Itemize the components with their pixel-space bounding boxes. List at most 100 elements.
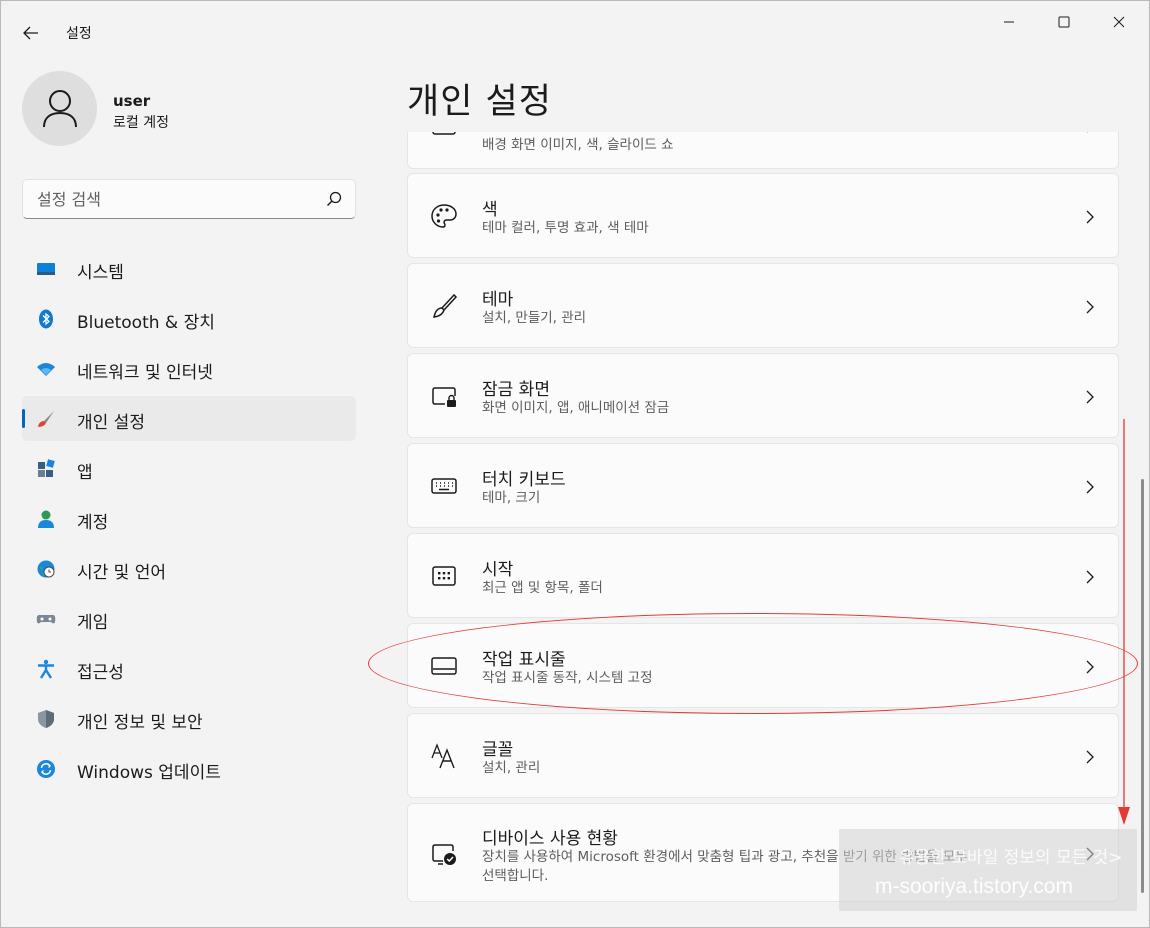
card-fonts[interactable]: 글꼴 설치, 관리 <box>407 713 1119 798</box>
bluetooth-icon <box>39 309 53 329</box>
device-usage-icon <box>432 844 456 865</box>
user-name: user <box>113 92 151 110</box>
person-icon <box>42 89 77 127</box>
gamepad-icon <box>36 615 56 624</box>
start-icon <box>432 566 456 586</box>
sidebar-item-accessibility[interactable]: 접근성 <box>22 646 356 691</box>
accessibility-icon <box>38 659 54 679</box>
chevron-right-icon <box>1086 480 1094 494</box>
card-title: 시작 <box>482 560 514 580</box>
sidebar-item-privacy[interactable]: 개인 정보 및 보안 <box>22 696 356 741</box>
chevron-right-icon <box>1086 660 1094 674</box>
sidebar-item-windows-update[interactable]: Windows 업데이트 <box>22 746 356 791</box>
card-title: 디바이스 사용 현황 <box>482 829 618 849</box>
card-subtitle: 테마, 크기 <box>482 490 541 506</box>
settings-list: 배경 화면 이미지, 색, 슬라이드 쇼 색 테마 컬러, 투명 효과, 색 테… <box>407 132 1119 928</box>
brush-icon <box>38 411 54 427</box>
search-icon[interactable] <box>326 191 342 207</box>
page-title: 개인 설정 <box>407 82 552 122</box>
card-title: 잠금 화면 <box>482 380 550 400</box>
card-title: 작업 표시줄 <box>482 650 566 670</box>
scrollbar-thumb[interactable] <box>1141 479 1144 893</box>
card-background[interactable]: 배경 화면 이미지, 색, 슬라이드 쇼 <box>407 132 1119 169</box>
card-subtitle: 화면 이미지, 앱, 애니메이션 잠금 <box>482 400 670 416</box>
card-subtitle: 배경 화면 이미지, 색, 슬라이드 쇼 <box>482 137 674 153</box>
card-subtitle-line2: 선택합니다. <box>482 868 549 884</box>
globe-clock-icon <box>37 560 55 578</box>
sidebar-item-apps[interactable]: 앱 <box>22 446 356 491</box>
card-title: 터치 키보드 <box>482 470 566 490</box>
sidebar-item-label: 네트워크 및 인터넷 <box>77 363 213 383</box>
sidebar-item-label: 시스템 <box>77 263 124 283</box>
shield-icon <box>38 710 54 728</box>
account-type: 로컬 계정 <box>113 115 169 131</box>
maximize-icon <box>1058 16 1070 28</box>
image-icon <box>432 132 456 135</box>
minimize-button[interactable] <box>986 7 1032 37</box>
sidebar-item-time-language[interactable]: 시간 및 언어 <box>22 546 356 591</box>
chevron-right-icon <box>1086 570 1094 584</box>
card-subtitle: 작업 표시줄 동작, 시스템 고정 <box>482 670 653 686</box>
sidebar-item-system[interactable]: 시스템 <box>22 246 356 291</box>
maximize-button[interactable] <box>1041 7 1087 37</box>
chevron-right-icon <box>1087 132 1088 133</box>
sidebar-item-personalization[interactable]: 개인 설정 <box>22 396 356 441</box>
sidebar-item-label: 개인 정보 및 보안 <box>77 713 203 733</box>
font-icon <box>431 743 455 769</box>
brush-icon <box>433 293 458 318</box>
system-icon <box>37 263 55 275</box>
wifi-icon <box>37 363 55 376</box>
title-bar: 설정 <box>1 1 1149 63</box>
card-colors[interactable]: 색 테마 컬러, 투명 효과, 색 테마 <box>407 173 1119 258</box>
sidebar-item-label: 시간 및 언어 <box>77 563 167 583</box>
card-themes[interactable]: 테마 설치, 만들기, 관리 <box>407 263 1119 348</box>
card-taskbar[interactable]: 작업 표시줄 작업 표시줄 동작, 시스템 고정 <box>407 623 1119 708</box>
card-title: 테마 <box>482 290 514 310</box>
back-arrow-icon <box>23 26 38 40</box>
taskbar-icon <box>431 657 457 675</box>
card-subtitle: 설치, 만들기, 관리 <box>482 310 587 326</box>
sidebar-item-accounts[interactable]: 계정 <box>22 496 356 541</box>
palette-icon <box>431 204 457 228</box>
card-lock-screen[interactable]: 잠금 화면 화면 이미지, 앱, 애니메이션 잠금 <box>407 353 1119 438</box>
chevron-right-icon <box>1086 210 1094 224</box>
sidebar-item-label: 개인 설정 <box>77 413 145 433</box>
close-button[interactable] <box>1096 7 1142 37</box>
card-start[interactable]: 시작 최근 앱 및 항목, 폴더 <box>407 533 1119 618</box>
close-icon <box>1113 16 1125 28</box>
chevron-right-icon <box>1086 390 1094 404</box>
app-title: 설정 <box>66 26 92 42</box>
account-icon <box>38 510 54 528</box>
keyboard-icon <box>431 478 457 494</box>
search-box <box>22 179 356 219</box>
apps-icon <box>38 459 55 477</box>
card-subtitle: 테마 컬러, 투명 효과, 색 테마 <box>482 220 649 236</box>
card-subtitle: 설치, 관리 <box>482 760 541 776</box>
sidebar-item-label: Bluetooth & 장치 <box>77 313 215 333</box>
sidebar-item-label: 앱 <box>77 463 93 483</box>
sidebar-item-label: Windows 업데이트 <box>77 763 221 783</box>
update-icon <box>37 760 55 778</box>
sidebar-nav: 시스템 Bluetooth & 장치 네트워크 및 인터넷 개인 설정 앱 계정… <box>22 246 356 796</box>
watermark-tagline: 유용한 모바일 정보의 모든 것> <box>899 848 1123 868</box>
watermark: 유용한 모바일 정보의 모든 것> m-sooriya.tistory.com <box>839 829 1137 911</box>
watermark-url: m-sooriya.tistory.com <box>875 875 1073 898</box>
user-profile[interactable]: user 로컬 계정 <box>22 71 352 147</box>
card-title: 글꼴 <box>482 740 514 760</box>
sidebar-item-label: 접근성 <box>77 663 124 683</box>
sidebar-item-gaming[interactable]: 게임 <box>22 596 356 641</box>
back-button[interactable] <box>15 19 47 47</box>
minimize-icon <box>1004 21 1014 23</box>
scroll-down-arrow-icon <box>1118 419 1130 825</box>
chevron-right-icon <box>1086 750 1094 764</box>
sidebar-item-bluetooth[interactable]: Bluetooth & 장치 <box>22 296 356 341</box>
lock-screen-icon <box>432 387 456 407</box>
card-subtitle: 최근 앱 및 항목, 폴더 <box>482 580 603 596</box>
search-input[interactable] <box>23 180 313 218</box>
card-title: 색 <box>482 200 498 220</box>
avatar <box>22 71 97 146</box>
sidebar-item-label: 계정 <box>77 513 109 533</box>
chevron-right-icon <box>1086 300 1094 314</box>
sidebar-item-network[interactable]: 네트워크 및 인터넷 <box>22 346 356 391</box>
card-touch-keyboard[interactable]: 터치 키보드 테마, 크기 <box>407 443 1119 528</box>
